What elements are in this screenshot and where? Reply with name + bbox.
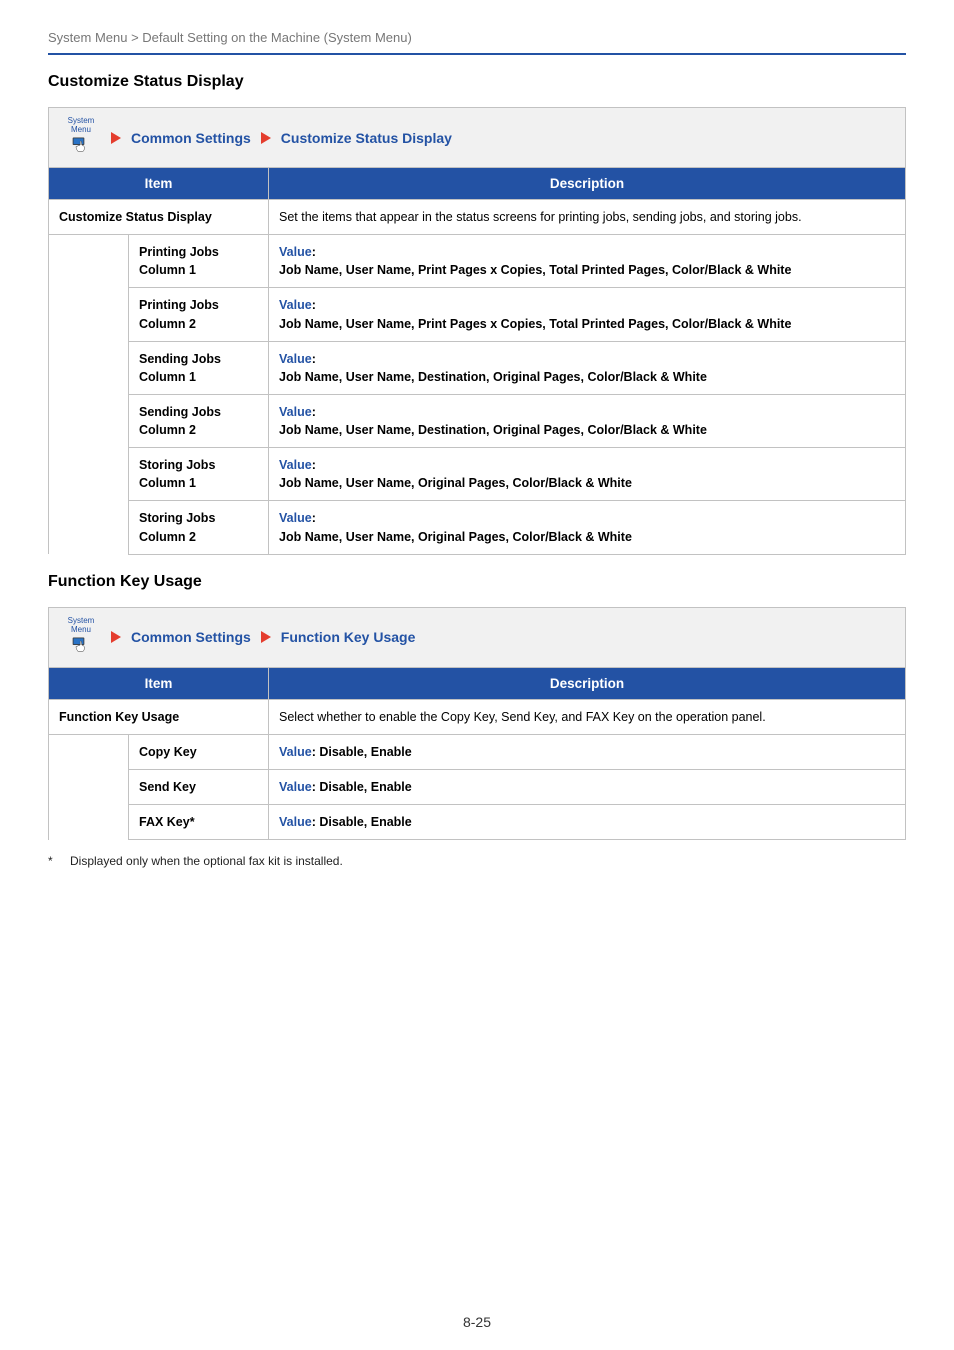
table-row: Storing Jobs Column 2 Value: Job Name, U… (49, 501, 906, 554)
th-description: Description (269, 667, 906, 699)
subitem-label: Send Key (139, 780, 196, 794)
subitem-label: Printing Jobs Column 2 (139, 298, 219, 330)
table-header-row: Item Description (49, 168, 906, 200)
table-row: Sending Jobs Column 2 Value: Job Name, U… (49, 394, 906, 447)
th-description: Description (269, 168, 906, 200)
footnote: *Displayed only when the optional fax ki… (48, 854, 906, 868)
navigation-path-box: System Menu Common Settings Customize St… (48, 107, 906, 167)
main-desc: Set the items that appear in the status … (269, 200, 906, 235)
customize-status-table: Item Description Customize Status Displa… (48, 167, 906, 555)
chevron-right-icon (261, 631, 271, 643)
table-row: Copy Key Value: Disable, Enable (49, 734, 906, 769)
subitem-desc: Value: Job Name, User Name, Destination,… (269, 341, 906, 394)
table-row: FAX Key* Value: Disable, Enable (49, 805, 906, 840)
navigation-path-box: System Menu Common Settings Function Key… (48, 607, 906, 667)
chevron-right-icon (111, 631, 121, 643)
main-item-label: Customize Status Display (59, 210, 212, 224)
subitem-label: Storing Jobs Column 2 (139, 511, 215, 543)
function-key-table: Item Description Function Key Usage Sele… (48, 667, 906, 841)
subitem-label: Storing Jobs Column 1 (139, 458, 215, 490)
subitem-label: Printing Jobs Column 1 (139, 245, 219, 277)
page-breadcrumb: System Menu > Default Setting on the Mac… (48, 30, 906, 55)
chevron-right-icon (261, 132, 271, 144)
section-heading-customize: Customize Status Display (48, 73, 906, 91)
subitem-desc: Value: Job Name, User Name, Destination,… (269, 394, 906, 447)
subitem-desc: Value: Job Name, User Name, Print Pages … (269, 288, 906, 341)
main-item-label: Function Key Usage (59, 710, 179, 724)
subitem-desc: Value: Disable, Enable (269, 805, 906, 840)
table-main-row: Customize Status Display Set the items t… (49, 200, 906, 235)
chevron-right-icon (111, 132, 121, 144)
th-item: Item (49, 168, 269, 200)
subitem-label: Copy Key (139, 745, 197, 759)
table-row: Sending Jobs Column 1 Value: Job Name, U… (49, 341, 906, 394)
main-desc: Select whether to enable the Copy Key, S… (269, 699, 906, 734)
table-header-row: Item Description (49, 667, 906, 699)
subitem-desc: Value: Job Name, User Name, Original Pag… (269, 501, 906, 554)
subitem-label: Sending Jobs Column 1 (139, 352, 221, 384)
touch-hand-icon (71, 636, 91, 654)
crumb-common-settings: Common Settings (131, 629, 251, 645)
crumb-function-key: Function Key Usage (281, 629, 416, 645)
system-menu-icon: System Menu (61, 116, 101, 159)
subitem-desc: Value: Job Name, User Name, Print Pages … (269, 235, 906, 288)
table-row: Printing Jobs Column 2 Value: Job Name, … (49, 288, 906, 341)
table-main-row: Function Key Usage Select whether to ena… (49, 699, 906, 734)
subitem-label: FAX Key* (139, 815, 195, 829)
th-item: Item (49, 667, 269, 699)
subitem-desc: Value: Disable, Enable (269, 769, 906, 804)
subitem-label: Sending Jobs Column 2 (139, 405, 221, 437)
table-row: Storing Jobs Column 1 Value: Job Name, U… (49, 448, 906, 501)
subitem-desc: Value: Disable, Enable (269, 734, 906, 769)
crumb-common-settings: Common Settings (131, 130, 251, 146)
touch-hand-icon (71, 136, 91, 154)
system-menu-icon: System Menu (61, 616, 101, 659)
subitem-desc: Value: Job Name, User Name, Original Pag… (269, 448, 906, 501)
table-row: Printing Jobs Column 1 Value: Job Name, … (49, 235, 906, 288)
table-row: Send Key Value: Disable, Enable (49, 769, 906, 804)
crumb-customize-status: Customize Status Display (281, 130, 452, 146)
page-number: 8-25 (0, 1314, 954, 1330)
section-heading-function-key: Function Key Usage (48, 573, 906, 591)
